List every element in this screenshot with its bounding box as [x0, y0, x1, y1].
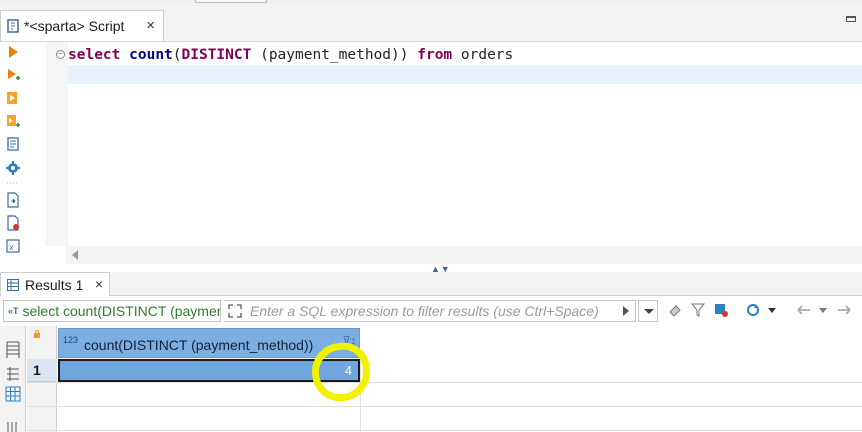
lock-icon	[34, 330, 40, 338]
editor-tab-label: *<sparta> Script	[24, 18, 125, 34]
navigate-forward-icon[interactable]	[836, 302, 852, 318]
apply-filter-icon[interactable]	[623, 306, 629, 316]
filter-history-dropdown[interactable]	[638, 300, 658, 322]
execute-in-new-tab-icon[interactable]	[5, 67, 21, 83]
panel-view-icon[interactable]	[5, 420, 21, 432]
refresh-icon[interactable]	[745, 302, 761, 318]
code-paren: (	[172, 47, 182, 63]
filter-funnel-icon[interactable]	[690, 302, 706, 318]
current-line-highlight	[68, 65, 862, 84]
grid-view-icon[interactable]	[5, 386, 21, 402]
results-tab-bar: Results 1 ×	[0, 272, 862, 296]
clear-filter-icon[interactable]	[667, 302, 683, 318]
numeric-type-badge: 123	[63, 335, 79, 345]
results-filter-bar: «T select count(DISTINCT (payment_method…	[0, 298, 862, 324]
code-column: (payment_method))	[251, 47, 418, 63]
minimize-icon[interactable]	[846, 16, 856, 22]
fold-toggle-icon[interactable]: −	[56, 50, 65, 59]
results-tab-label: Results 1	[25, 276, 84, 293]
open-file-icon[interactable]	[5, 192, 21, 208]
editor-ruler	[46, 42, 68, 246]
sql-script-icon	[7, 19, 19, 33]
navigate-back-icon[interactable]	[796, 302, 812, 318]
column-header-count-distinct[interactable]: 123 count(DISTINCT (payment_method)) ⊽↕	[58, 328, 360, 358]
code-line-1[interactable]: select count(DISTINCT (payment_method)) …	[68, 45, 513, 65]
execute-statement-icon[interactable]	[5, 44, 21, 60]
show-variables-icon[interactable]: x	[5, 238, 21, 254]
execute-script-icon[interactable]	[5, 90, 21, 106]
export-file-icon[interactable]	[5, 215, 21, 231]
keyword-from: from	[417, 47, 453, 63]
tab-results-1[interactable]: Results 1 ×	[0, 272, 110, 296]
editor-tab-bar: *<sparta> Script ×	[0, 4, 862, 42]
explain-plan-icon[interactable]	[5, 136, 21, 152]
row-number[interactable]: 1	[27, 359, 57, 382]
results-grid[interactable]: 123 count(DISTINCT (payment_method)) ⊽↕ …	[0, 326, 862, 432]
scroll-left-icon[interactable]	[72, 250, 78, 260]
refresh-options-chevron-down-icon[interactable]	[766, 302, 778, 318]
column-header-label: count(DISTINCT (payment_method))	[84, 337, 314, 353]
grid-row-divider	[27, 382, 862, 383]
settings-gear-icon[interactable]	[5, 160, 21, 176]
editor-horizontal-scrollbar[interactable]	[66, 246, 862, 264]
svg-text:x: x	[9, 243, 14, 252]
grid-row-divider	[27, 430, 862, 431]
code-table: orders	[452, 47, 514, 63]
toolbar-separator	[7, 182, 19, 184]
editor-side-toolbar: x	[0, 42, 26, 266]
sql-editor[interactable]: − select count(DISTINCT (payment_method)…	[36, 42, 862, 246]
back-history-chevron-down-icon[interactable]	[817, 302, 829, 318]
grid-row-divider	[27, 406, 862, 407]
query-text: select count(DISTINCT (payment_method)) …	[22, 303, 220, 319]
execute-script-new-tab-icon[interactable]	[5, 113, 21, 129]
text-view-icon[interactable]	[5, 340, 21, 360]
close-icon[interactable]: ×	[95, 276, 103, 292]
record-view-icon[interactable]	[5, 366, 21, 382]
results-view-switcher	[0, 326, 26, 432]
query-icon: «T	[8, 306, 19, 316]
top-strip-fragment	[195, 0, 267, 3]
filter-expression-field[interactable]	[224, 300, 636, 322]
active-query-text[interactable]: «T select count(DISTINCT (payment_method…	[3, 300, 221, 322]
expand-filter-icon[interactable]	[228, 304, 242, 318]
editor-tab-script[interactable]: *<sparta> Script ×	[0, 10, 164, 41]
filter-input[interactable]	[250, 303, 620, 319]
results-grid-icon	[7, 278, 19, 291]
close-icon[interactable]: ×	[146, 17, 155, 34]
keyword-select: select	[68, 47, 121, 63]
keyword-distinct: DISTINCT	[181, 47, 252, 63]
filter-settings-icon[interactable]	[713, 302, 729, 318]
function-count: count	[129, 47, 173, 63]
